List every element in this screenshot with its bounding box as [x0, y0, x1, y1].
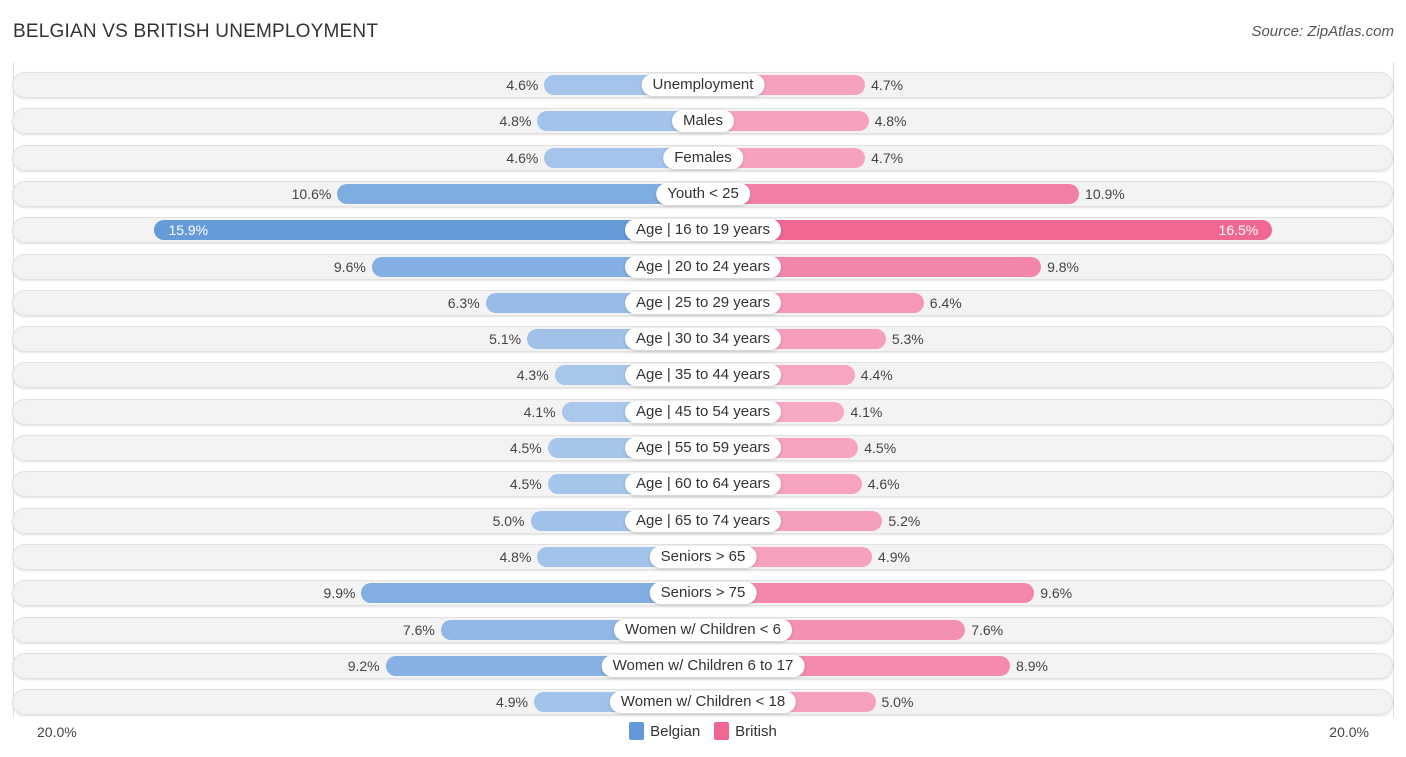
value-label-belgian: 4.5%: [509, 440, 542, 456]
legend-swatch-british: [714, 722, 730, 740]
value-label-british: 4.8%: [874, 113, 907, 130]
value-label-belgian: 9.9%: [323, 585, 356, 602]
value-label-british: 9.8%: [1047, 258, 1080, 275]
legend-item-british[interactable]: British: [714, 722, 777, 740]
legend-swatch-belgian: [629, 722, 645, 740]
category-label: Age | 20 to 24 years: [625, 255, 781, 278]
value-label-british: 4.6%: [867, 476, 900, 493]
value-label-belgian: 4.8%: [499, 113, 532, 130]
bar-belgian[interactable]: [337, 183, 703, 204]
category-label: Age | 65 to 74 years: [625, 509, 781, 532]
category-label: Youth < 25: [656, 182, 750, 205]
value-label-british: 4.5%: [864, 440, 897, 456]
category-label: Age | 35 to 44 years: [625, 364, 781, 387]
value-label-british: 10.9%: [1085, 185, 1125, 202]
legend-item-belgian[interactable]: Belgian: [629, 722, 700, 740]
value-label-belgian: 6.3%: [447, 294, 480, 311]
gridline-right: [1393, 62, 1394, 717]
category-label: Women w/ Children < 6: [613, 618, 793, 641]
category-label: Age | 45 to 54 years: [625, 400, 781, 423]
value-label-british: 5.3%: [891, 331, 924, 348]
value-label-belgian: 15.9%: [168, 222, 209, 239]
value-label-british: 4.7%: [871, 77, 904, 93]
value-label-belgian: 5.1%: [489, 331, 522, 348]
value-label-belgian: 4.9%: [496, 694, 528, 711]
value-label-british: 8.9%: [1016, 657, 1048, 674]
category-label: Age | 16 to 19 years: [625, 219, 781, 242]
value-label-british: 4.4%: [860, 367, 893, 384]
category-label: Age | 60 to 64 years: [625, 473, 781, 496]
value-label-british: 6.4%: [929, 294, 962, 311]
value-label-belgian: 9.2%: [347, 657, 380, 674]
value-label-british: 4.1%: [850, 403, 883, 420]
diverging-bar-chart: 4.6% 4.7% Unemployment 4.8% 4.8% Males 4.6% 4.7…: [0, 0, 1406, 757]
category-label: Age | 55 to 59 years: [625, 437, 781, 459]
value-label-british: 4.9%: [878, 548, 910, 565]
value-label-belgian: 7.6%: [402, 621, 435, 638]
value-label-belgian: 5.0%: [492, 512, 525, 529]
bar-belgian[interactable]: [154, 220, 703, 241]
category-label: Women w/ Children < 18: [609, 691, 797, 714]
value-label-belgian: 4.6%: [506, 149, 539, 166]
value-label-belgian: 4.3%: [516, 367, 549, 384]
category-label: Males: [671, 110, 735, 133]
value-label-british: 5.2%: [888, 512, 921, 529]
category-label: Age | 25 to 29 years: [625, 291, 781, 314]
category-label: Women w/ Children 6 to 17: [601, 654, 805, 677]
value-label-belgian: 10.6%: [291, 185, 332, 202]
category-label: Unemployment: [641, 74, 765, 96]
value-label-belgian: 9.6%: [333, 258, 366, 275]
value-label-british: 16.5%: [1218, 222, 1259, 239]
value-label-belgian: 4.8%: [499, 548, 532, 565]
value-label-british: 5.0%: [881, 694, 914, 711]
category-label: Age | 30 to 34 years: [625, 328, 781, 351]
category-label: Seniors > 75: [649, 582, 757, 605]
bar-british[interactable]: [703, 220, 1273, 241]
category-label: Females: [663, 146, 743, 169]
value-label-belgian: 4.5%: [509, 476, 542, 493]
value-label-british: 9.6%: [1040, 585, 1073, 602]
legend-label-british: British: [735, 722, 777, 740]
legend: Belgian British: [0, 722, 1406, 740]
bar-british[interactable]: [703, 183, 1080, 204]
legend-label-belgian: Belgian: [650, 722, 701, 740]
category-label: Seniors > 65: [649, 545, 757, 568]
value-label-belgian: 4.6%: [506, 77, 539, 93]
value-label-belgian: 4.1%: [523, 403, 556, 420]
value-label-british: 4.7%: [871, 149, 904, 166]
value-label-british: 7.6%: [971, 621, 1004, 638]
